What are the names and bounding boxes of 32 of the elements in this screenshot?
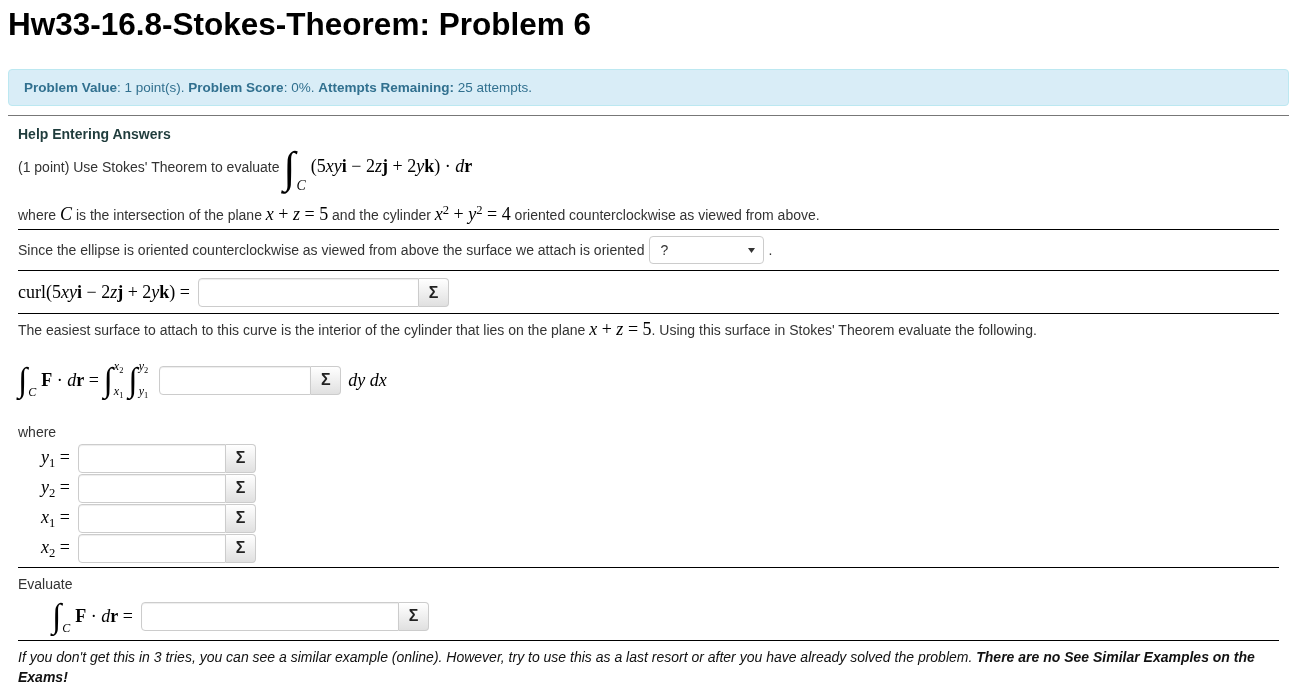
problem-condition: where C is the intersection of the plane x + z = 5 and the cylinder x$^{2}$ + y$^{2}$ = 4 oriented counterclockwise as viewed from above. — [18, 201, 820, 226]
differential-text: dy dx — [348, 368, 387, 392]
bound-label: x$_{1}$ = — [41, 505, 70, 532]
bound-label: x$_{2}$ = — [41, 535, 70, 562]
equation-editor-button[interactable]: Σ — [399, 601, 429, 631]
curl-expression: curl(5xyi − 2zj + 2yk) = — [18, 281, 190, 304]
bound-label: y$_{1}$ = — [41, 445, 70, 472]
help-link[interactable]: Help Entering Answers — [18, 123, 171, 145]
equation-editor-button[interactable]: Σ — [226, 473, 256, 503]
equation-editor-button[interactable]: Σ — [226, 503, 256, 533]
caret-icon — [748, 247, 756, 253]
answer-field[interactable] — [78, 533, 226, 563]
answer-field[interactable] — [78, 473, 226, 503]
answer-field[interactable] — [78, 443, 226, 473]
answer-field[interactable] — [78, 503, 226, 533]
evaluate-label: Evaluate — [18, 574, 73, 594]
answer-field[interactable] — [198, 278, 419, 307]
equation-editor-button[interactable]: Σ — [419, 278, 449, 307]
where-label: where — [18, 422, 57, 442]
note-text: If you don't get this in 3 tries, you can see a similar example (online). However, try to use this as a last resort or after you have already solved the problem. There are no See Similar Examples on the Exams! — [18, 648, 1256, 687]
orientation-select[interactable]: ? — [649, 236, 765, 264]
problem-info-banner: Problem Value: 1 point(s). Problem Score: 0%. Attempts Remaining: 25 attempts. — [8, 69, 1289, 106]
period-text: . — [768, 240, 773, 260]
bound-label: y$_{2}$ = — [41, 475, 70, 502]
orientation-question: Since the ellipse is oriented counterclockwise as viewed from above the surface we attach is oriented — [18, 240, 645, 260]
equation-editor-button[interactable]: Σ — [226, 443, 256, 473]
answer-field[interactable] — [141, 601, 399, 631]
equation-editor-button[interactable]: Σ — [311, 365, 342, 395]
page-title: Hw33-16.8-Stokes-Theorem: Problem 6 — [8, 5, 592, 43]
surface-instructions: The easiest surface to attach to this curve is the interior of the cylinder that lies on the plane x + z = 5. Using this surface in Stokes' Theorem evaluate the following. — [18, 317, 1037, 341]
equation-editor-button[interactable]: Σ — [226, 533, 256, 563]
answer-field[interactable] — [159, 365, 312, 395]
